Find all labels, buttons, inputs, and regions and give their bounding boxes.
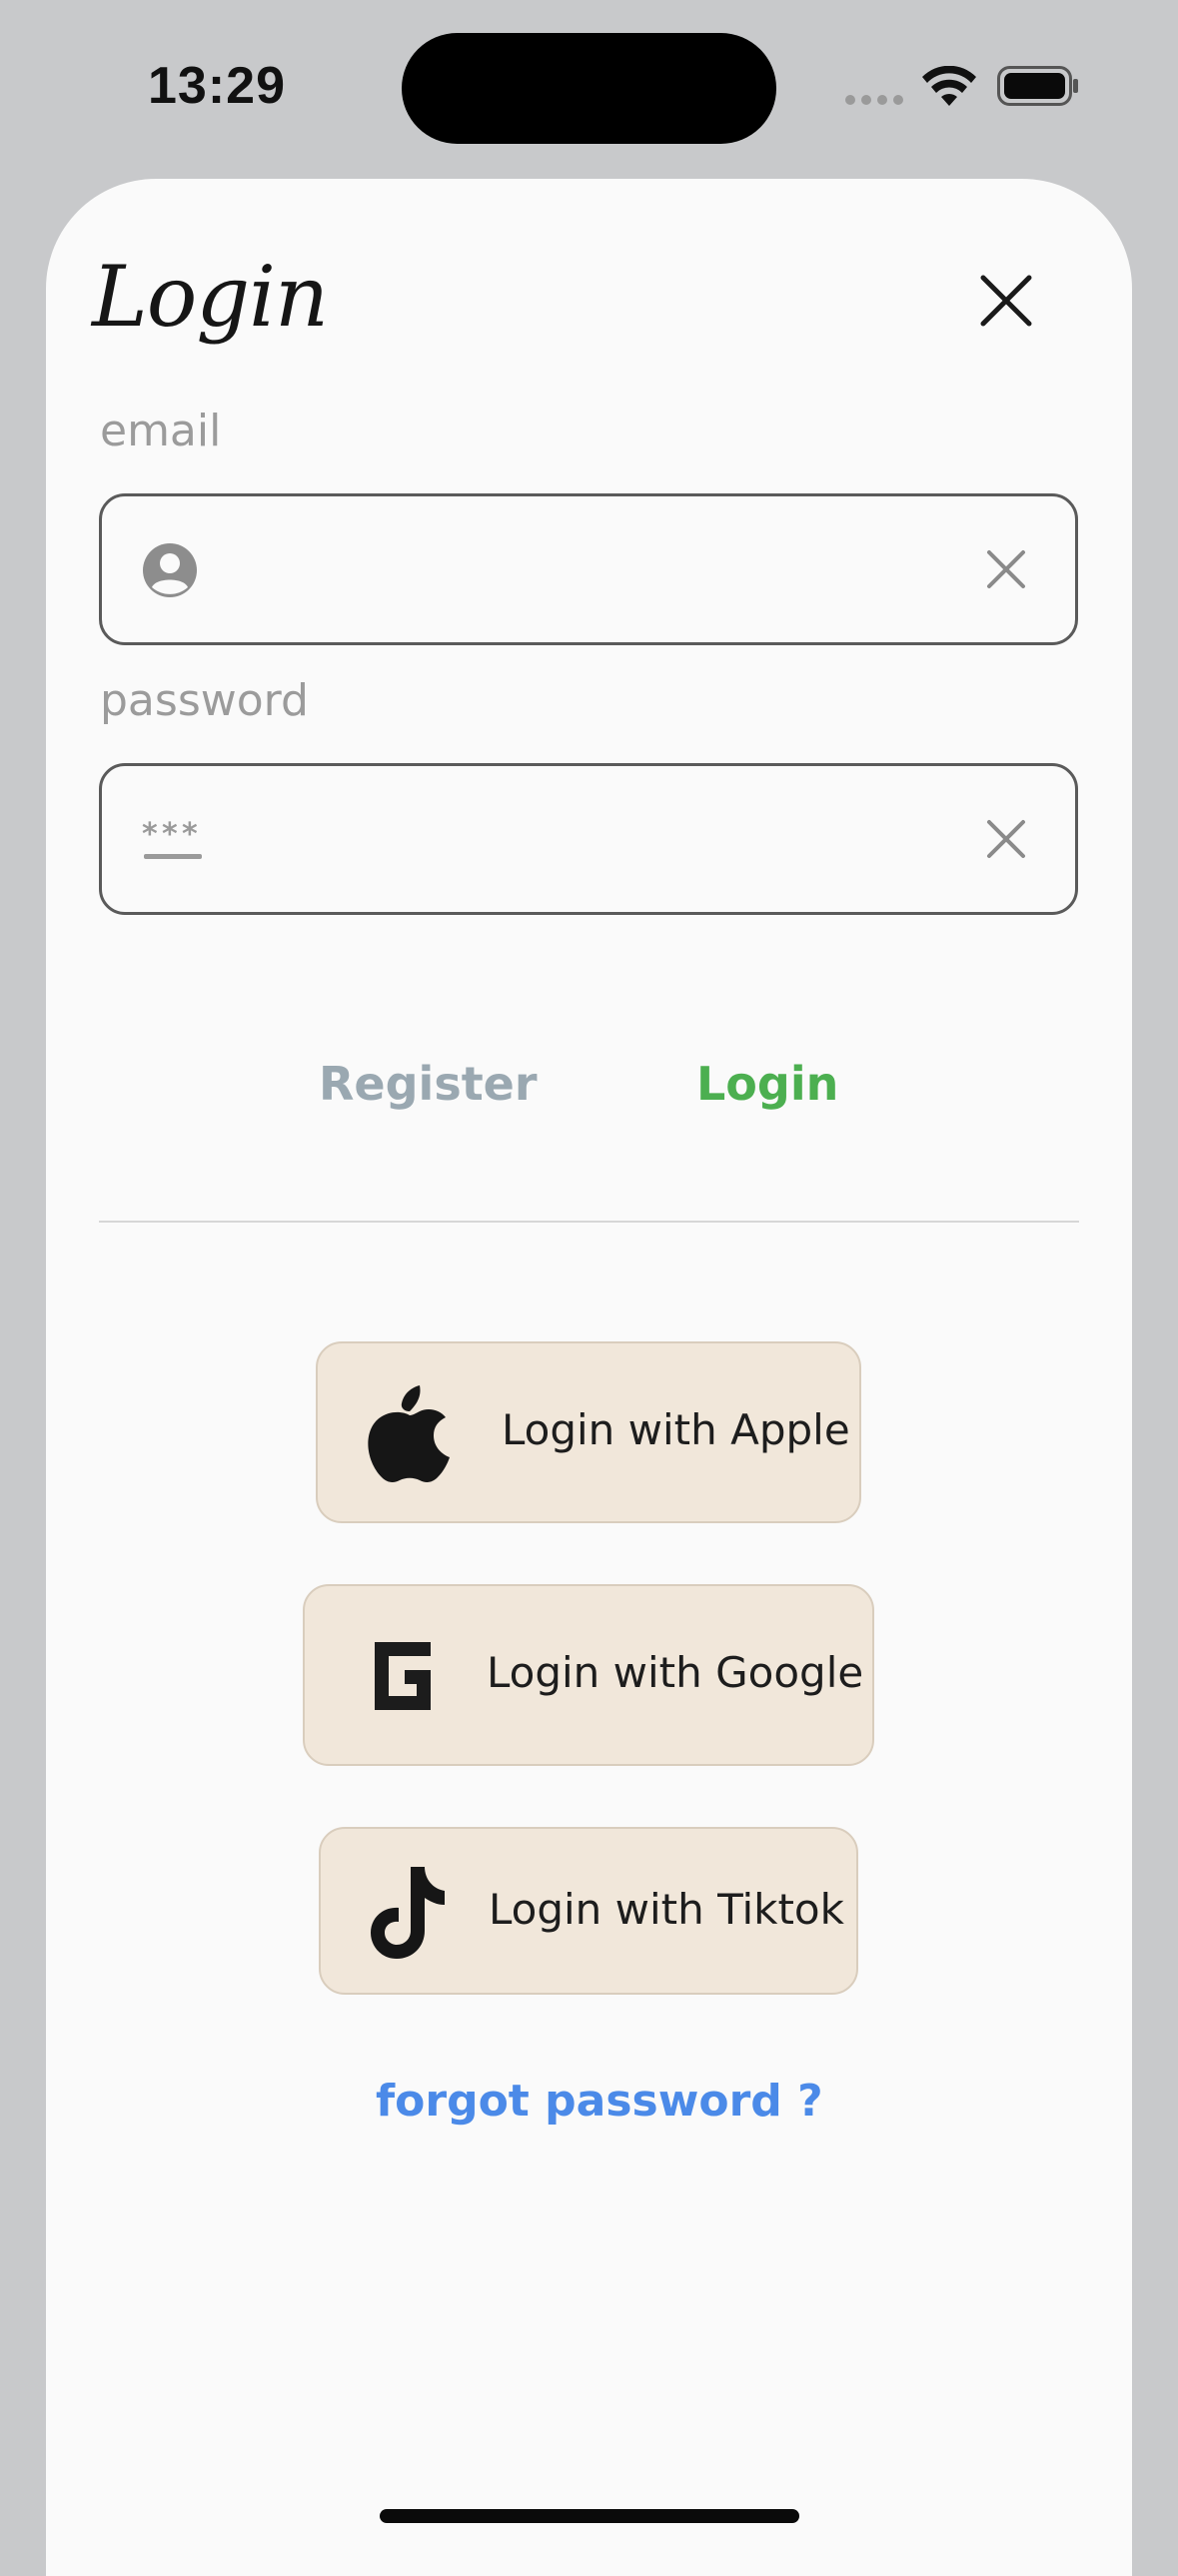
apple-button-label: Login with Apple [502,1405,850,1454]
email-label: email [100,406,222,456]
google-button-label: Login with Google [487,1648,864,1697]
clear-email-icon[interactable] [985,548,1027,590]
password-dots-icon: * * * [142,818,202,859]
tiktok-button-label: Login with Tiktok [489,1885,844,1934]
person-circle-icon [143,543,197,597]
dynamic-island [402,33,776,144]
status-time: 13:29 [148,57,286,115]
password-label: password [100,675,309,726]
page-title: Login [92,248,329,346]
login-with-apple-button[interactable]: Login with Apple [316,1341,861,1523]
apple-icon [368,1385,450,1482]
google-icon [375,1642,431,1710]
register-button[interactable]: Register [319,1057,538,1111]
password-input[interactable] [232,796,935,884]
tiktok-icon [371,1867,445,1959]
login-button[interactable]: Login [696,1057,838,1111]
home-indicator[interactable] [380,2509,799,2523]
wifi-icon [922,66,976,106]
login-with-google-button[interactable]: Login with Google [303,1584,874,1766]
status-bar: 13:29 [0,0,1178,175]
email-input[interactable] [232,526,935,614]
svg-text:*: * [142,818,158,852]
close-icon[interactable] [977,272,1035,330]
svg-text:*: * [162,818,178,852]
svg-text:*: * [182,818,198,852]
cellular-dots-icon [845,95,903,105]
login-with-tiktok-button[interactable]: Login with Tiktok [319,1827,858,1995]
password-field-container: * * * [99,763,1078,915]
clear-password-icon[interactable] [985,818,1027,860]
battery-icon [997,66,1078,106]
forgot-password-link[interactable]: forgot password ? [376,2076,823,2127]
divider [99,1221,1079,1223]
email-field-container [99,493,1078,645]
